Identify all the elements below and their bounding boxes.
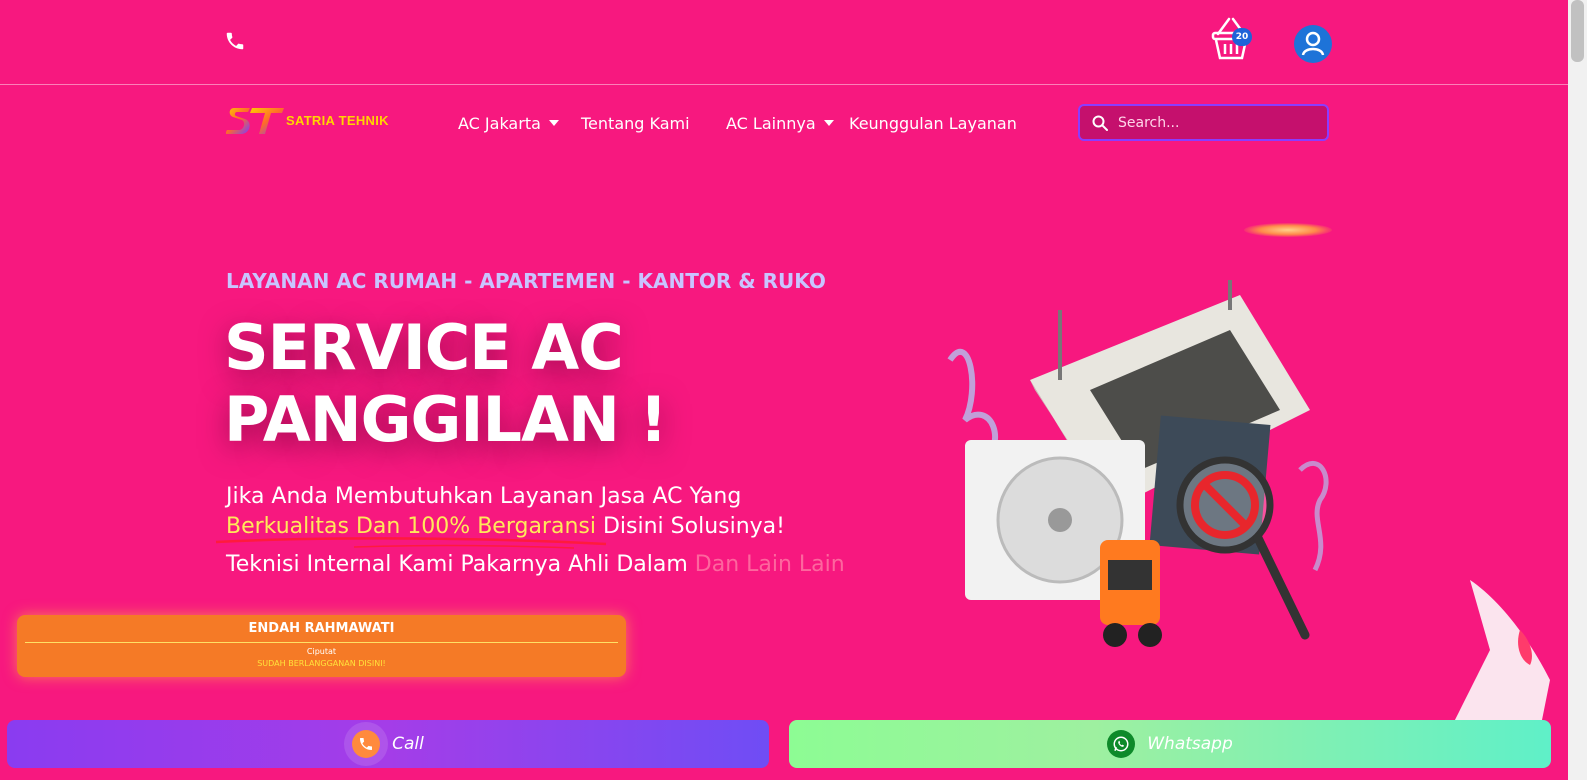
hero-description-line: Jika Anda Membutuhkan Layanan Jasa AC Ya…: [226, 484, 742, 509]
whatsapp-button[interactable]: Whatsapp: [789, 720, 1551, 768]
description-text: Disini Solusinya!: [595, 514, 785, 539]
logo-text: SATRIA TEHNIK: [286, 113, 389, 128]
call-button-label: Call: [392, 734, 424, 754]
underline-decoration: [215, 537, 607, 549]
nav-item-ac-lainnya[interactable]: AC Lainnya: [726, 112, 834, 134]
decorative-paper-shape: [1450, 580, 1550, 730]
customer-status: SUDAH BERLANGGANAN DISINI!: [257, 659, 386, 668]
nav-item-label: Tentang Kami: [581, 113, 690, 133]
call-icon: [352, 730, 381, 758]
nav-item-label: AC Jakarta: [458, 113, 541, 133]
top-bar: 20: [0, 0, 1568, 85]
decorative-flare: [1244, 223, 1332, 237]
headline-line: PANGGILAN !: [224, 383, 668, 456]
site-logo[interactable]: SATRIA TEHNIK: [226, 105, 396, 137]
testimonial-toast: ENDAH RAHMAWATI Ciputat SUDAH BERLANGGAN…: [17, 615, 626, 677]
call-button[interactable]: Call: [7, 720, 769, 768]
nav-item-tentang-kami[interactable]: Tentang Kami: [581, 112, 690, 134]
divider: [25, 642, 618, 643]
search-input[interactable]: [1118, 111, 1318, 135]
air-conditioner-illustration: [947, 280, 1329, 647]
logo-mark-icon: [226, 108, 284, 134]
animated-text: Dan Lain Lain: [694, 552, 845, 577]
nav-item-label: Keunggulan Layanan: [849, 113, 1017, 133]
headline-line: SERVICE AC: [224, 311, 624, 384]
chevron-down-icon: [548, 120, 559, 126]
chevron-down-icon: [823, 120, 834, 126]
hero-description-line: Teknisi Internal Kami Pakarnya Ahli Dala…: [226, 552, 845, 577]
hero-headline: SERVICE AC PANGGILAN !: [224, 312, 784, 456]
phone-icon[interactable]: [224, 30, 246, 52]
account-icon[interactable]: [1294, 25, 1332, 63]
nav-item-label: AC Lainnya: [726, 113, 816, 133]
customer-city: Ciputat: [306, 647, 337, 656]
search-icon[interactable]: [1092, 115, 1108, 131]
scrollbar-thumb[interactable]: [1571, 0, 1584, 62]
cart-count-badge: 20: [1232, 28, 1252, 46]
hero-eyebrow: LAYANAN AC RUMAH - APARTEMEN - KANTOR & …: [226, 269, 826, 293]
whatsapp-button-label: Whatsapp: [1147, 734, 1233, 754]
scrollbar-track[interactable]: [1568, 0, 1587, 780]
description-text: Teknisi Internal Kami Pakarnya Ahli Dala…: [226, 552, 695, 577]
nav-item-keunggulan-layanan[interactable]: Keunggulan Layanan: [849, 112, 1017, 134]
whatsapp-icon: [1107, 730, 1136, 758]
nav-item-ac-jakarta[interactable]: AC Jakarta: [458, 112, 559, 134]
search-box: [1078, 104, 1329, 141]
customer-name: ENDAH RAHMAWATI: [248, 621, 395, 636]
